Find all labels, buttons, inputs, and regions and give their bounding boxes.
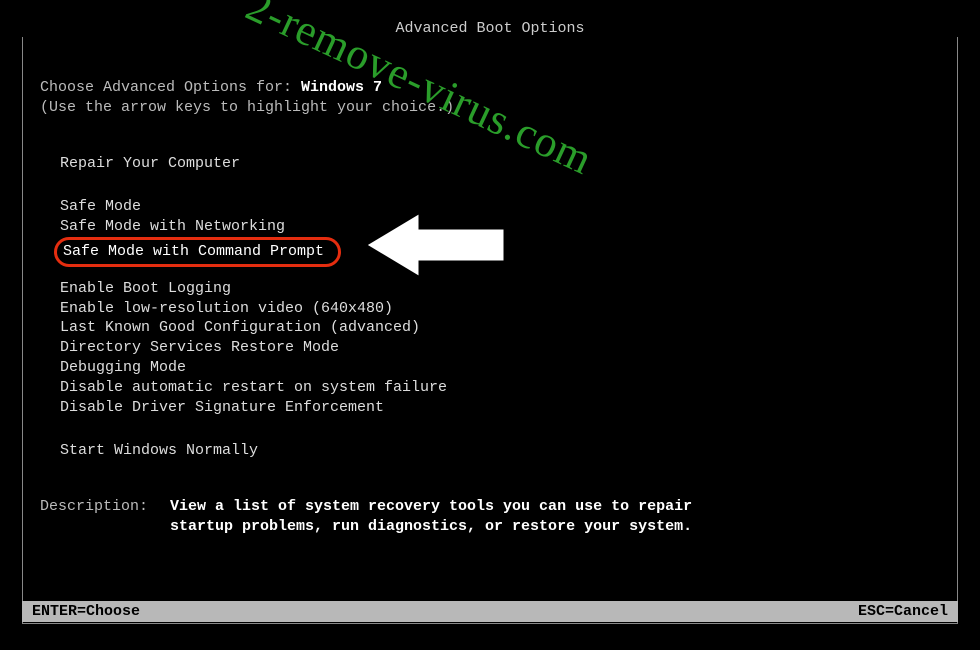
intro-line-1: Choose Advanced Options for: Windows 7: [40, 78, 940, 98]
option-last-known-good-config[interactable]: Last Known Good Configuration (advanced): [60, 318, 940, 338]
intro-line-2: (Use the arrow keys to highlight your ch…: [40, 98, 940, 118]
footer-esc-hint: ESC=Cancel: [858, 603, 948, 620]
footer-enter-hint: ENTER=Choose: [32, 603, 140, 620]
description-label: Description:: [40, 497, 170, 538]
option-debugging-mode[interactable]: Debugging Mode: [60, 358, 940, 378]
page-title: Advanced Boot Options: [0, 20, 980, 37]
intro-os-name: Windows 7: [301, 79, 382, 96]
option-safe-mode-networking[interactable]: Safe Mode with Networking: [60, 217, 940, 237]
content-area: Choose Advanced Options for: Windows 7 (…: [40, 78, 940, 538]
description-row: Description: View a list of system recov…: [40, 497, 940, 538]
option-disable-auto-restart[interactable]: Disable automatic restart on system fail…: [60, 378, 940, 398]
option-repair-computer[interactable]: Repair Your Computer: [60, 154, 940, 174]
option-start-windows-normally[interactable]: Start Windows Normally: [60, 441, 940, 461]
page-title-text: Advanced Boot Options: [387, 20, 592, 37]
option-enable-boot-logging[interactable]: Enable Boot Logging: [60, 279, 940, 299]
option-safe-mode[interactable]: Safe Mode: [60, 197, 940, 217]
footer-bar: ENTER=Choose ESC=Cancel: [22, 601, 958, 622]
option-directory-services-restore[interactable]: Directory Services Restore Mode: [60, 338, 940, 358]
intro-label: Choose Advanced Options for:: [40, 79, 301, 96]
option-disable-driver-signature[interactable]: Disable Driver Signature Enforcement: [60, 398, 940, 418]
option-low-resolution-video[interactable]: Enable low-resolution video (640x480): [60, 299, 940, 319]
description-text: View a list of system recovery tools you…: [170, 497, 710, 538]
option-safe-mode-command-prompt[interactable]: Safe Mode with Command Prompt: [54, 237, 341, 267]
